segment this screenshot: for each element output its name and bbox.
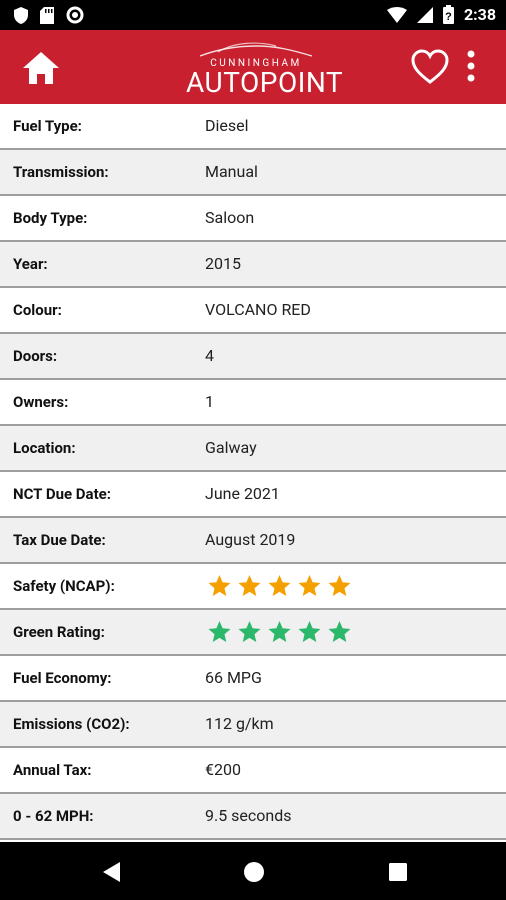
star-icon	[208, 621, 231, 642]
detail-row-tax-due: Tax Due Date: August 2019	[0, 518, 506, 564]
detail-value: 2015	[205, 254, 241, 273]
star-icon	[328, 575, 351, 596]
detail-label: Safety (NCAP):	[13, 577, 115, 595]
detail-label: Fuel Economy:	[13, 669, 112, 687]
home-circle-icon[interactable]	[242, 860, 266, 884]
vehicle-details-list[interactable]: Fuel Type: Diesel Transmission: Manual Bod…	[0, 104, 506, 842]
detail-label: Green Rating:	[13, 623, 105, 641]
wifi-icon	[386, 6, 407, 23]
detail-label: Transmission:	[13, 163, 109, 181]
detail-row-fuel-type: Fuel Type: Diesel	[0, 104, 506, 150]
detail-value: August 2019	[205, 530, 296, 549]
star-icon	[298, 621, 321, 642]
detail-label: Fuel Type:	[13, 117, 82, 135]
back-icon[interactable]	[100, 860, 124, 884]
svg-text:?: ?	[445, 11, 452, 23]
detail-value: €200	[205, 760, 241, 779]
detail-label: 0 - 62 MPH:	[13, 807, 94, 825]
shield-icon	[14, 6, 28, 24]
detail-label: NCT Due Date:	[13, 485, 111, 503]
status-bar: ? 2:38	[0, 0, 506, 30]
recents-square-icon[interactable]	[386, 860, 410, 884]
detail-label: Body Type:	[13, 209, 88, 227]
detail-value: Manual	[205, 162, 258, 181]
star-icon	[208, 575, 231, 596]
logo-title: AUTOPOINT	[186, 66, 344, 99]
star-icon	[268, 575, 291, 596]
detail-row-fuel-economy: Fuel Economy: 66 MPG	[0, 656, 506, 702]
clock: 2:38	[463, 5, 496, 24]
detail-label: Colour:	[13, 301, 62, 319]
detail-value: 112 g/km	[205, 714, 274, 733]
detail-label: Doors:	[13, 347, 58, 365]
detail-value: 1	[205, 392, 214, 411]
star-icon	[238, 575, 261, 596]
detail-row-safety-ncap: Safety (NCAP):	[0, 564, 506, 610]
detail-value: Diesel	[205, 116, 249, 135]
detail-value: June 2021	[205, 484, 280, 503]
app-bar: CUNNINGHAM AUTOPOINT	[0, 30, 506, 104]
star-icon	[238, 621, 261, 642]
brand-logo: CUNNINGHAM AUTOPOINT	[186, 38, 344, 100]
signal-icon	[416, 6, 433, 23]
detail-label: Annual Tax:	[13, 761, 92, 779]
detail-row-transmission: Transmission: Manual	[0, 150, 506, 196]
detail-row-green-rating: Green Rating:	[0, 610, 506, 656]
safety-star-rating	[207, 574, 352, 598]
detail-row-year: Year: 2015	[0, 242, 506, 288]
sync-circle-icon	[66, 6, 84, 24]
detail-label: Emissions (CO2):	[13, 715, 130, 733]
detail-row-location: Location: Galway	[0, 426, 506, 472]
detail-label: Location:	[13, 439, 76, 457]
detail-value: 4	[205, 346, 214, 365]
sd-card-icon	[40, 6, 54, 24]
detail-label: Owners:	[13, 393, 69, 411]
battery-icon: ?	[442, 5, 454, 24]
detail-value: 9.5 seconds	[205, 806, 292, 825]
detail-label: Tax Due Date:	[13, 531, 106, 549]
star-icon	[298, 575, 321, 596]
detail-value: VOLCANO RED	[205, 300, 311, 319]
detail-value: Saloon	[205, 208, 255, 227]
detail-row-body-type: Body Type: Saloon	[0, 196, 506, 242]
system-nav-bar	[0, 842, 506, 900]
detail-label: Year:	[13, 255, 48, 273]
home-icon[interactable]	[22, 50, 60, 86]
detail-row-colour: Colour: VOLCANO RED	[0, 288, 506, 334]
car-outline-icon	[199, 42, 313, 57]
detail-row-annual-tax: Annual Tax: €200	[0, 748, 506, 794]
green-star-rating	[207, 620, 352, 644]
detail-row-nct-due: NCT Due Date: June 2021	[0, 472, 506, 518]
detail-row-acceleration: 0 - 62 MPH: 9.5 seconds	[0, 794, 506, 840]
favorite-heart-icon[interactable]	[410, 48, 450, 86]
star-icon	[328, 621, 351, 642]
detail-row-emissions: Emissions (CO2): 112 g/km	[0, 702, 506, 748]
more-menu-icon[interactable]	[464, 48, 478, 84]
detail-value: Galway	[205, 438, 257, 457]
detail-value: 66 MPG	[205, 668, 262, 687]
detail-row-owners: Owners: 1	[0, 380, 506, 426]
star-icon	[268, 621, 291, 642]
detail-row-doors: Doors: 4	[0, 334, 506, 380]
